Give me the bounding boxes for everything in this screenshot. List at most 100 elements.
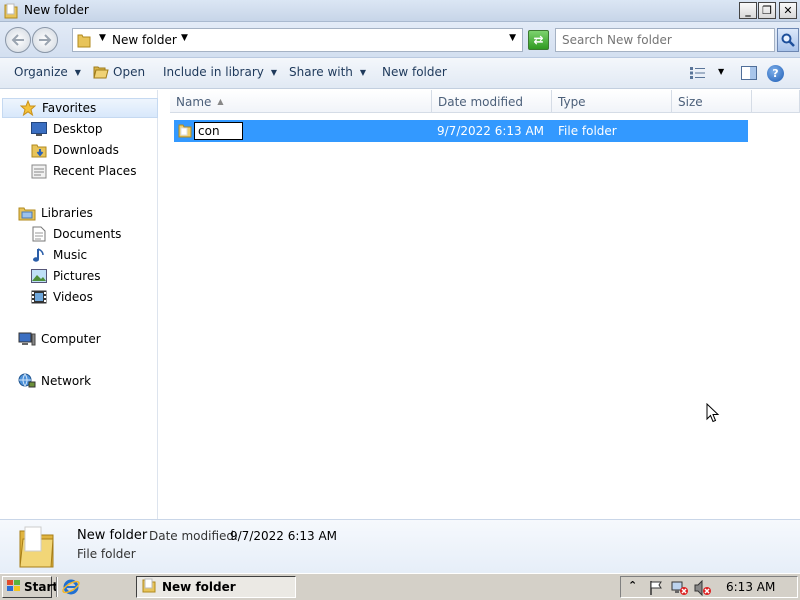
share-with-label: Share with — [289, 65, 353, 79]
nav-documents[interactable]: Documents — [30, 224, 121, 244]
libraries-icon — [18, 205, 36, 221]
search-icon — [781, 33, 795, 47]
new-folder-button[interactable]: New folder — [382, 65, 447, 79]
chevron-down-icon: ▼ — [74, 68, 81, 77]
nav-pictures[interactable]: Pictures — [30, 266, 101, 286]
open-button[interactable]: Open — [93, 65, 145, 82]
command-bar: Organize ▼ Open Include in library ▼ Share… — [0, 58, 800, 89]
taskbar-window-button[interactable]: New folder — [136, 576, 296, 598]
folder-icon — [178, 123, 192, 141]
folder-icon — [4, 3, 18, 22]
nav-libraries[interactable]: Libraries — [18, 203, 93, 223]
details-pane: New folder Date modified: 9/7/2022 6:13 … — [0, 519, 800, 573]
preview-pane-icon[interactable] — [741, 66, 757, 83]
details-date-value: 9/7/2022 6:13 AM — [230, 529, 338, 543]
forward-button[interactable] — [32, 27, 58, 53]
nav-network-label: Network — [41, 374, 92, 388]
share-with-menu[interactable]: Share with ▼ — [289, 65, 366, 79]
nav-favorites[interactable]: Favorites — [2, 98, 158, 118]
organize-menu[interactable]: Organize ▼ — [14, 65, 81, 79]
search-box[interactable] — [555, 28, 775, 52]
maximize-button[interactable]: ❐ — [758, 2, 776, 19]
nav-videos[interactable]: Videos — [30, 287, 93, 307]
file-row[interactable]: 9/7/2022 6:13 AM File folder — [174, 120, 748, 142]
breadcrumb[interactable]: New folder — [112, 33, 177, 47]
view-options-chevron-icon[interactable]: ▼ — [718, 67, 724, 76]
help-icon[interactable]: ? — [767, 65, 784, 82]
windows-flag-icon — [7, 579, 21, 595]
column-header-name-label: Name — [176, 95, 212, 109]
start-label: Start — [24, 580, 59, 594]
details-type: File folder — [77, 547, 136, 561]
folder-icon — [18, 525, 56, 572]
address-field[interactable]: ▼ New folder ▼ ▼ — [72, 28, 523, 52]
recent-places-icon — [30, 163, 48, 179]
internet-explorer-icon[interactable] — [62, 578, 80, 599]
nav-documents-label: Documents — [53, 227, 122, 241]
column-header-type[interactable]: Type — [552, 90, 672, 113]
refresh-icon: ⇄ — [533, 33, 544, 47]
documents-icon — [30, 226, 48, 242]
details-date-label: Date modified: — [149, 529, 239, 543]
chevron-down-icon: ▼ — [270, 68, 278, 77]
nav-pictures-label: Pictures — [53, 269, 101, 283]
nav-music[interactable]: Music — [30, 245, 87, 265]
rename-input[interactable] — [194, 122, 243, 140]
details-name: New folder — [77, 528, 148, 543]
file-type: File folder — [558, 124, 617, 138]
downloads-folder-icon — [30, 142, 48, 158]
column-header-size[interactable]: Size — [672, 90, 752, 113]
volume-muted-icon[interactable] — [694, 579, 712, 599]
back-arrow-icon — [11, 34, 24, 46]
nav-recent-places-label: Recent Places — [53, 164, 137, 178]
window-title: New folder — [24, 3, 89, 17]
nav-downloads[interactable]: Downloads — [30, 140, 119, 160]
nav-computer[interactable]: Computer — [18, 329, 101, 349]
breadcrumb-dropdown-icon[interactable]: ▼ — [181, 33, 188, 43]
clock[interactable]: 6:13 AM — [726, 580, 775, 594]
address-history-dropdown-icon[interactable]: ▼ — [509, 33, 516, 43]
close-button[interactable]: ✕ — [779, 2, 797, 19]
column-header-date-modified[interactable]: Date modified — [432, 90, 552, 113]
taskbar: Start New folder ⌃ 6:13 AM — [0, 573, 800, 600]
nav-desktop-label: Desktop — [53, 122, 103, 136]
system-tray: ⌃ 6:13 AM — [620, 576, 798, 598]
mouse-cursor-icon — [706, 402, 720, 426]
folder-icon — [77, 33, 91, 51]
organize-label: Organize — [14, 65, 68, 79]
folder-icon — [142, 578, 156, 596]
network-icon — [18, 373, 36, 389]
column-header-name[interactable]: Name ▲ — [170, 90, 432, 113]
nav-desktop[interactable]: Desktop — [30, 119, 103, 139]
breadcrumb-arrow-icon[interactable]: ▼ — [99, 33, 106, 43]
taskbar-window-label: New folder — [162, 580, 236, 594]
change-view-icon[interactable] — [690, 67, 706, 82]
star-icon — [19, 100, 37, 116]
nav-network[interactable]: Network — [18, 371, 91, 391]
include-in-library-menu[interactable]: Include in library ▼ — [163, 65, 277, 79]
pictures-icon — [30, 268, 48, 284]
nav-favorites-label: Favorites — [42, 101, 97, 115]
search-button[interactable] — [777, 28, 799, 52]
videos-icon — [30, 289, 48, 305]
start-button[interactable]: Start — [2, 576, 58, 598]
minimize-button[interactable]: _ — [739, 2, 757, 19]
network-status-icon[interactable] — [671, 580, 689, 599]
desktop-icon — [30, 121, 48, 137]
nav-computer-label: Computer — [41, 332, 101, 346]
search-input[interactable] — [556, 29, 770, 51]
navigation-pane: Favorites Desktop Downloads Recent Place… — [0, 90, 158, 519]
nav-videos-label: Videos — [53, 290, 93, 304]
taskbar-separator — [56, 577, 58, 597]
chevron-down-icon: ▼ — [359, 68, 367, 77]
open-folder-icon — [93, 65, 109, 82]
nav-recent-places[interactable]: Recent Places — [30, 161, 136, 181]
title-bar[interactable]: New folder _ ❐ ✕ — [0, 0, 800, 22]
file-list[interactable]: Name ▲ Date modified Type Size 9/7/2022 6… — [160, 90, 800, 519]
file-date-modified: 9/7/2022 6:13 AM — [437, 124, 545, 138]
action-center-flag-icon[interactable] — [649, 580, 663, 599]
include-in-library-label: Include in library — [163, 65, 264, 79]
back-button[interactable] — [5, 27, 31, 53]
show-hidden-icons-icon[interactable]: ⌃ — [628, 579, 637, 592]
refresh-button[interactable]: ⇄ — [528, 30, 549, 50]
